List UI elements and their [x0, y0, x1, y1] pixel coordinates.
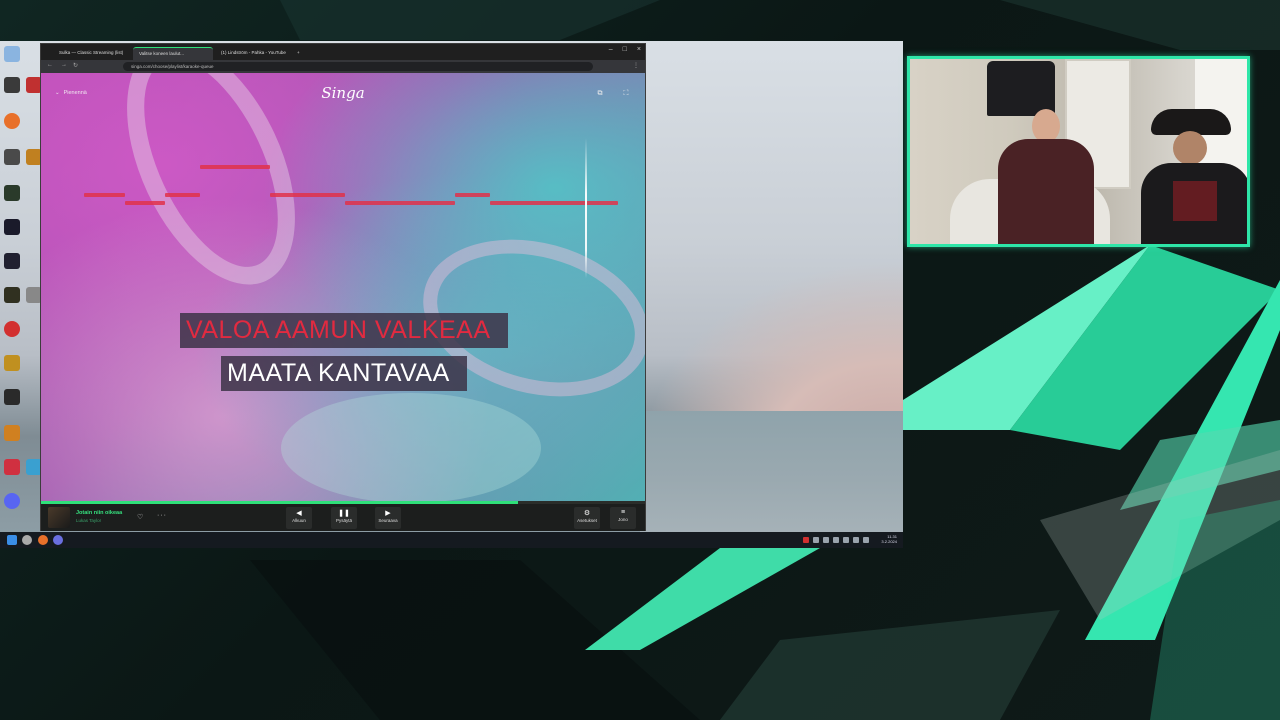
background-swirl: [92, 73, 330, 311]
previous-icon: ◀: [296, 510, 302, 517]
hanging-shirt: [987, 61, 1055, 116]
tray-icon[interactable]: [833, 537, 839, 543]
person-right: [1125, 109, 1247, 244]
webcam-feed: [907, 56, 1250, 247]
shirt-print: [1173, 181, 1217, 221]
tray-icon[interactable]: [823, 537, 829, 543]
browser-tab[interactable]: Sulka — Classic Streaming (list): [53, 47, 131, 60]
stream-overlay: 11.31 3.2.2024 Sulka — Classic Streaming…: [0, 0, 1280, 720]
browser-tab[interactable]: (1) Lindström - Pahka - YouTube: [215, 47, 293, 60]
app-icon[interactable]: [4, 77, 20, 93]
wifi-icon[interactable]: [853, 537, 859, 543]
lyric-line-current: VALOA AAMUN VALKEAA: [180, 313, 508, 348]
settings-button[interactable]: ⚙ Asetukset: [574, 507, 600, 529]
minimize-icon[interactable]: –: [609, 46, 613, 53]
singa-karaoke-player: ⌄ Pienennä Singa ⧉ ⛶ VALOA AAMUN VALKEAA…: [41, 73, 645, 531]
pause-button[interactable]: ❚❚ Pysäytä: [331, 507, 357, 529]
tab-label: (1) Lindström - Pahka - YouTube: [221, 50, 286, 55]
game-icon[interactable]: [4, 459, 20, 475]
lyric-line-next: MAATA KANTAVAA: [221, 356, 467, 391]
gear-icon: ⚙: [583, 510, 591, 517]
game-icon[interactable]: [4, 185, 20, 201]
popout-icon[interactable]: ⧉: [594, 90, 606, 100]
browser-window: Sulka — Classic Streaming (list) Valitse…: [40, 43, 646, 531]
person-right-head: [1173, 131, 1207, 165]
url-field[interactable]: singa.com/choose/playlist/karaoke-queue: [123, 62, 593, 71]
desktop-icons: [0, 41, 42, 536]
pitch-bar: [455, 193, 491, 197]
firefox-icon[interactable]: [38, 535, 48, 545]
wallpaper-water: [640, 411, 903, 548]
tab-bar: Sulka — Classic Streaming (list) Valitse…: [41, 44, 645, 60]
song-artist[interactable]: Lukas Taylor: [76, 518, 101, 523]
forward-icon[interactable]: →: [61, 62, 67, 68]
game-icon[interactable]: [4, 219, 20, 235]
new-tab-button[interactable]: +: [295, 47, 307, 60]
singa-logo: Singa: [321, 84, 365, 102]
next-label: Seuraava: [378, 518, 398, 523]
restart-label: Alkuun: [292, 518, 306, 523]
album-cover: [48, 507, 70, 528]
player-bar: Jotain niin oikeaa Lukas Taylor ♡ ··· ◀ …: [41, 504, 645, 531]
song-title[interactable]: Jotain niin oikeaa: [76, 510, 122, 516]
tray-icon[interactable]: [843, 537, 849, 543]
close-icon[interactable]: ×: [637, 46, 641, 53]
back-icon[interactable]: ←: [47, 62, 53, 68]
maximize-icon[interactable]: □: [623, 46, 627, 53]
person-left-head: [1032, 109, 1060, 143]
pause-label: Pysäytä: [335, 518, 352, 523]
person-left: [990, 109, 1100, 244]
queue-button[interactable]: ≡ Jono: [610, 507, 636, 529]
tab-label: Valitse koneen laulut...: [139, 51, 184, 56]
pitch-bar: [124, 201, 166, 205]
game-icon[interactable]: [4, 253, 20, 269]
settings-label: Asetukset: [577, 518, 597, 523]
pause-icon: ❚❚: [338, 510, 350, 517]
restart-button[interactable]: ◀ Alkuun: [286, 507, 312, 529]
pitch-bar: [165, 193, 201, 197]
taskbar: 11.31 3.2.2024: [0, 532, 903, 548]
system-tray: [803, 537, 869, 543]
queue-label: Jono: [618, 517, 628, 522]
more-options-icon[interactable]: ···: [157, 512, 167, 519]
list-icon: ≡: [620, 509, 626, 516]
chrome-icon[interactable]: [22, 535, 32, 545]
next-icon: ▶: [385, 510, 391, 517]
tab-label: Sulka — Classic Streaming (list): [59, 50, 124, 55]
pitch-bar: [345, 201, 456, 205]
person-left-body: [998, 139, 1094, 244]
menu-icon[interactable]: ⋮: [633, 62, 639, 69]
red-app-icon[interactable]: [4, 321, 20, 337]
discord-icon[interactable]: [4, 493, 20, 509]
next-button[interactable]: ▶ Seuraava: [375, 507, 401, 529]
game-icon[interactable]: [4, 425, 20, 441]
tray-icon[interactable]: [813, 537, 819, 543]
app-icon[interactable]: [4, 389, 20, 405]
volume-icon[interactable]: [863, 537, 869, 543]
window-controls: – □ ×: [609, 46, 641, 53]
favorite-heart-icon[interactable]: ♡: [137, 513, 143, 521]
pitch-bar: [490, 201, 618, 205]
obs-icon[interactable]: [53, 535, 63, 545]
tray-icon[interactable]: [803, 537, 809, 543]
recycle-bin-icon[interactable]: [4, 46, 20, 62]
background-swirl: [281, 393, 541, 503]
pitch-bar: [84, 193, 125, 197]
clock-date: 3.2.2024: [881, 539, 897, 544]
clock[interactable]: 11.31 3.2.2024: [881, 534, 897, 544]
fullscreen-icon[interactable]: ⛶: [620, 90, 632, 100]
game-icon[interactable]: [4, 287, 20, 303]
firefox-icon[interactable]: [4, 113, 20, 129]
url-text: singa.com/choose/playlist/karaoke-queue: [131, 64, 214, 69]
pitch-bar: [200, 165, 270, 169]
start-icon[interactable]: [7, 535, 17, 545]
app-icon[interactable]: [4, 149, 20, 165]
pitch-cursor: [585, 138, 587, 278]
browser-tab-active[interactable]: Valitse koneen laulut...: [133, 47, 213, 60]
address-bar: ← → ↻ singa.com/choose/playlist/karaoke-…: [41, 60, 645, 73]
pitch-bar: [269, 193, 346, 197]
game-icon[interactable]: [4, 355, 20, 371]
reload-icon[interactable]: ↻: [73, 62, 78, 69]
